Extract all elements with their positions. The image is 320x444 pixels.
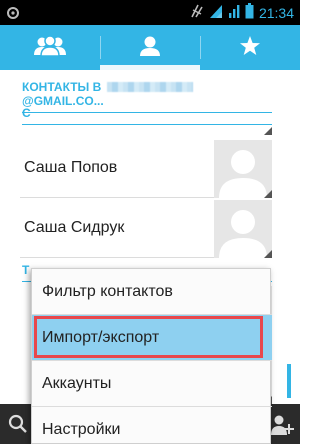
scrollbar-thumb[interactable] bbox=[287, 364, 291, 398]
row-divider bbox=[20, 257, 214, 258]
menu-item-contact-filter[interactable]: Фильтр контактов bbox=[32, 269, 272, 314]
contact-avatar[interactable] bbox=[214, 140, 272, 198]
menu-item-label: Фильтр контактов bbox=[42, 282, 173, 300]
overflow-menu: Фильтр контактов Импорт/экспорт Аккаунты… bbox=[31, 268, 272, 444]
default-avatar-icon bbox=[219, 210, 267, 258]
no-signal-icon bbox=[190, 3, 204, 23]
account-header-prefix: КОНТАКТЫ В bbox=[22, 80, 102, 94]
status-time: 21:34 bbox=[258, 4, 294, 21]
contact-person-icon bbox=[139, 35, 161, 61]
tab-contacts[interactable] bbox=[100, 25, 200, 70]
menu-item-settings[interactable]: Настройки bbox=[32, 407, 272, 444]
tab-groups[interactable] bbox=[0, 25, 100, 70]
contact-name: Саша Сидрук bbox=[24, 219, 125, 236]
contact-name: Саша Попов bbox=[24, 159, 118, 176]
menu-item-label: Импорт/экспорт bbox=[42, 328, 160, 346]
section-letter: Т bbox=[22, 263, 30, 277]
menu-item-label: Аккаунты bbox=[42, 374, 112, 392]
menu-item-accounts[interactable]: Аккаунты bbox=[32, 361, 272, 406]
signal-icon bbox=[228, 3, 240, 23]
contact-row[interactable]: Саша Попов bbox=[0, 140, 300, 198]
avatar-corner-marker bbox=[264, 127, 272, 135]
wifi-icon bbox=[209, 3, 223, 23]
search-icon[interactable] bbox=[8, 414, 28, 438]
tab-favorites[interactable] bbox=[200, 25, 300, 70]
contact-row[interactable]: Саша Сидрук bbox=[0, 200, 300, 258]
add-contact-icon[interactable] bbox=[270, 414, 294, 440]
contact-avatar[interactable] bbox=[214, 200, 272, 258]
default-avatar-icon bbox=[219, 150, 267, 198]
menu-item-label: Настройки bbox=[42, 420, 121, 438]
section-header-s: С bbox=[22, 106, 272, 125]
favorites-star-icon bbox=[239, 35, 261, 61]
usb-debug-icon bbox=[6, 5, 20, 19]
row-divider bbox=[20, 197, 214, 198]
menu-item-import-export[interactable]: Импорт/экспорт bbox=[32, 315, 272, 360]
tab-bar bbox=[0, 25, 300, 70]
groups-icon bbox=[33, 34, 67, 61]
status-bar: 21:34 bbox=[0, 0, 300, 25]
battery-icon bbox=[245, 2, 254, 23]
section-letter: С bbox=[22, 106, 31, 120]
redacted-email bbox=[106, 82, 193, 92]
